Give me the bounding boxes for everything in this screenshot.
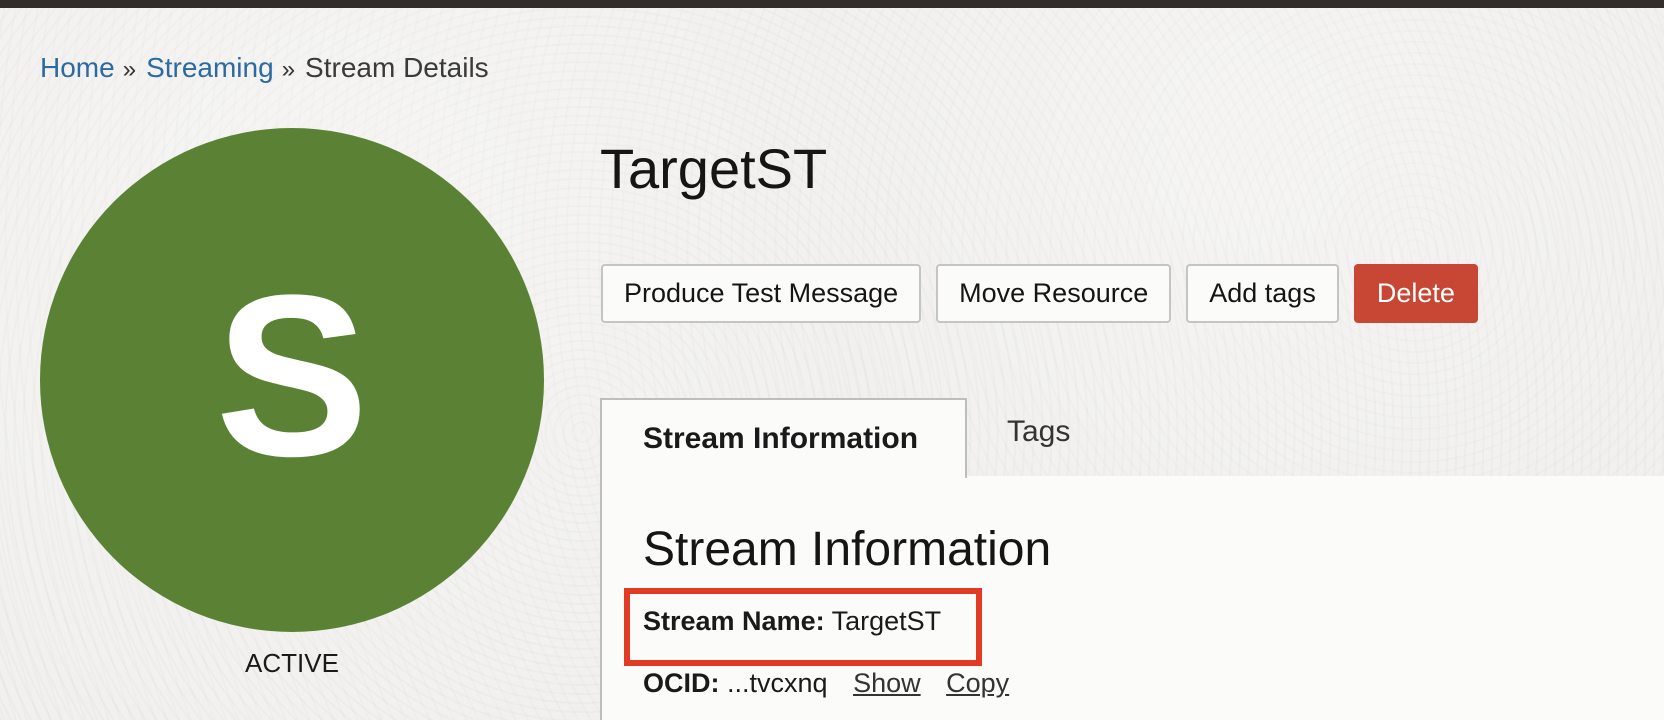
tab-tags[interactable]: Tags — [967, 392, 1070, 472]
delete-button[interactable]: Delete — [1353, 264, 1478, 323]
top-bar — [0, 0, 1664, 8]
breadcrumb-current: Stream Details — [305, 52, 489, 83]
move-resource-button[interactable]: Move Resource — [936, 264, 1172, 323]
produce-test-message-button[interactable]: Produce Test Message — [601, 264, 922, 323]
ocid-field: OCID: ...tvcxnq Show Copy — [643, 668, 1009, 699]
ocid-label: OCID: — [643, 668, 720, 698]
breadcrumb-streaming-link[interactable]: Streaming — [146, 52, 274, 83]
resource-avatar: S — [40, 128, 544, 632]
breadcrumb-separator-icon: » — [281, 56, 296, 83]
status-label: ACTIVE — [245, 648, 339, 678]
section-title: Stream Information — [643, 523, 1052, 576]
breadcrumb: Home » Streaming » Stream Details — [40, 50, 489, 88]
stream-name-label: Stream Name: — [643, 606, 825, 636]
stream-name-value: TargetST — [831, 606, 942, 636]
breadcrumb-separator-icon: » — [122, 56, 137, 83]
tab-bar: Stream Information Tags — [600, 398, 1664, 478]
ocid-copy-link[interactable]: Copy — [946, 668, 1009, 698]
ocid-show-link[interactable]: Show — [853, 668, 921, 698]
tab-stream-information[interactable]: Stream Information — [600, 398, 967, 478]
avatar-letter: S — [215, 247, 369, 504]
add-tags-button[interactable]: Add tags — [1186, 264, 1339, 323]
page-title: TargetST — [600, 137, 828, 200]
breadcrumb-home-link[interactable]: Home — [40, 52, 115, 83]
stream-name-field: Stream Name: TargetST — [643, 606, 941, 637]
action-bar: Produce Test Message Move Resource Add t… — [601, 264, 1478, 323]
stream-information-panel: Stream Information Stream Name: TargetST… — [600, 476, 1664, 720]
ocid-value: ...tvcxnq — [727, 668, 828, 698]
